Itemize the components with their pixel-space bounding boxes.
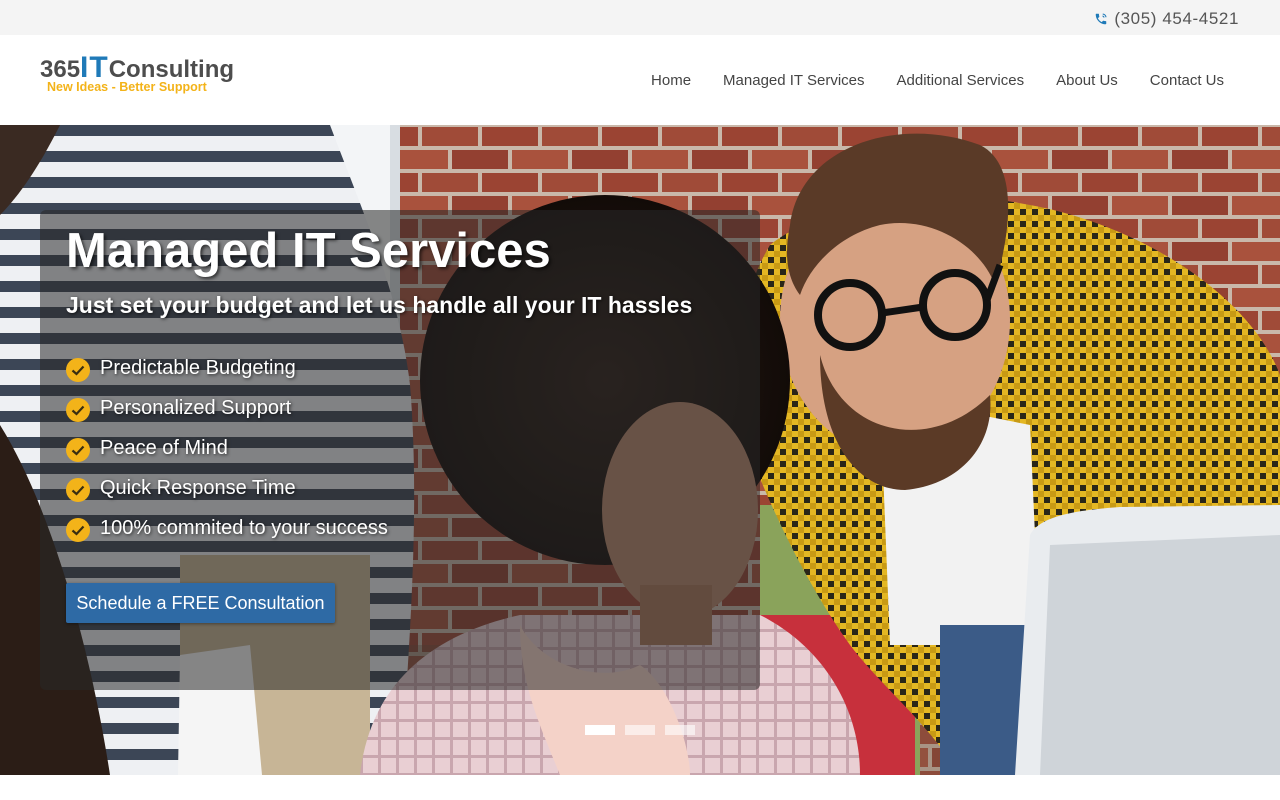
nav-home[interactable]: Home: [635, 72, 707, 89]
logo-part-365: 365: [40, 56, 81, 83]
feature-item: Predictable Budgeting: [66, 348, 388, 388]
nav-about-us[interactable]: About Us: [1040, 72, 1134, 89]
top-bar: (305) 454-4521: [0, 0, 1280, 35]
logo-tagline: New Ideas - Better Support: [47, 80, 207, 94]
nav-contact-us[interactable]: Contact Us: [1134, 72, 1240, 89]
check-circle-icon: [66, 358, 90, 382]
hero-subtitle: Just set your budget and let us handle a…: [66, 292, 693, 318]
nav-additional-services[interactable]: Additional Services: [881, 72, 1041, 89]
site-header: 365ITConsulting New Ideas - Better Suppo…: [0, 35, 1280, 125]
feature-label: Personalized Support: [100, 396, 292, 419]
phone-number: (305) 454-4521: [1114, 9, 1239, 28]
slide-dot-2[interactable]: [625, 725, 655, 735]
main-nav: Home Managed IT Services Additional Serv…: [635, 35, 1240, 125]
check-circle-icon: [66, 438, 90, 462]
check-circle-icon: [66, 478, 90, 502]
feature-label: Peace of Mind: [100, 436, 228, 459]
feature-label: 100% commited to your success: [100, 516, 388, 539]
slider-pagination: [585, 725, 695, 735]
hero-title: Managed IT Services: [66, 224, 551, 278]
phone-link[interactable]: (305) 454-4521: [1094, 9, 1239, 29]
feature-list: Predictable Budgeting Personalized Suppo…: [66, 348, 388, 548]
schedule-consultation-button[interactable]: Schedule a FREE Consultation: [66, 583, 335, 623]
slide-dot-3[interactable]: [665, 725, 695, 735]
feature-item: Peace of Mind: [66, 428, 388, 468]
feature-label: Quick Response Time: [100, 476, 296, 499]
feature-item: Personalized Support: [66, 388, 388, 428]
logo-part-consulting: Consulting: [108, 56, 235, 83]
feature-label: Predictable Budgeting: [100, 356, 296, 379]
hero-slider: Managed IT Services Just set your budget…: [0, 125, 1280, 775]
feature-item: 100% commited to your success: [66, 508, 388, 548]
nav-managed-it-services[interactable]: Managed IT Services: [707, 72, 880, 89]
check-circle-icon: [66, 398, 90, 422]
feature-item: Quick Response Time: [66, 468, 388, 508]
site-logo[interactable]: 365ITConsulting New Ideas - Better Suppo…: [40, 53, 235, 95]
check-circle-icon: [66, 518, 90, 542]
slide-dot-1[interactable]: [585, 725, 615, 735]
phone-icon: [1094, 12, 1108, 26]
